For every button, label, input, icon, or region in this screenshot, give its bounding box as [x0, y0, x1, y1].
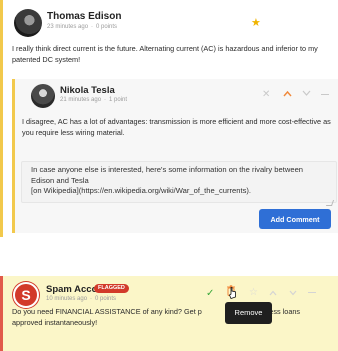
points: 1 point	[109, 97, 128, 103]
points: 0 points	[96, 24, 118, 30]
comment-text: I really think direct current is the fut…	[12, 44, 318, 64]
check-icon[interactable]: ✓	[206, 288, 214, 299]
chevron-down-icon[interactable]	[302, 90, 311, 97]
comment-thomas-edison: Thomas Edison 23 minutes ago · 0 points ★ …	[0, 0, 338, 237]
timestamp: 10 minutes ago	[46, 296, 88, 302]
timestamp: 21 minutes ago	[60, 97, 102, 103]
reply-nikola-tesla: Nikola Tesla 21 minutes ago · 1 point ✕ I …	[12, 79, 338, 233]
author-name[interactable]: Thomas Edison	[47, 11, 121, 22]
minus-icon[interactable]	[308, 292, 316, 293]
chevron-down-icon[interactable]	[289, 290, 297, 296]
comment-textarea[interactable]: In case anyone else is interested, here'…	[21, 161, 337, 203]
points: 0 points	[95, 296, 117, 302]
author-name[interactable]: Nikola Tesla	[60, 85, 115, 96]
comment-spam-account: S Spam Account FLAGGED 10 minutes ago · 0 …	[0, 276, 338, 351]
comment-text: I disagree, AC has a lot of advantages: …	[22, 117, 331, 137]
chevron-up-icon[interactable]	[283, 90, 292, 97]
comment-text-line1: Do you need FINANCIAL ASSISTANCE of any …	[12, 307, 202, 316]
star-outline-icon[interactable]: ☆	[249, 287, 258, 298]
avatar	[31, 84, 55, 108]
textarea-resize-handle[interactable]	[325, 200, 335, 206]
add-comment-button[interactable]: Add Comment	[259, 209, 331, 229]
remove-tooltip: Remove	[225, 302, 272, 324]
comment-meta: 21 minutes ago · 1 point	[60, 97, 128, 103]
comment-meta: 23 minutes ago · 0 points	[47, 24, 118, 30]
timestamp: 23 minutes ago	[47, 24, 89, 30]
mouse-cursor-icon	[229, 287, 236, 299]
chevron-up-icon[interactable]	[269, 290, 277, 296]
avatar	[14, 9, 42, 37]
flagged-badge: FLAGGED	[94, 284, 129, 293]
comment-text: Do you need FINANCIAL ASSISTANCE of any …	[12, 306, 338, 328]
star-icon[interactable]: ★	[251, 18, 261, 29]
close-icon[interactable]: ✕	[262, 89, 270, 100]
minus-icon[interactable]	[321, 94, 329, 95]
comment-text-line2: approved instantaneously!	[12, 318, 98, 327]
avatar: S	[13, 282, 39, 308]
comment-meta: 10 minutes ago · 0 points	[46, 296, 117, 302]
